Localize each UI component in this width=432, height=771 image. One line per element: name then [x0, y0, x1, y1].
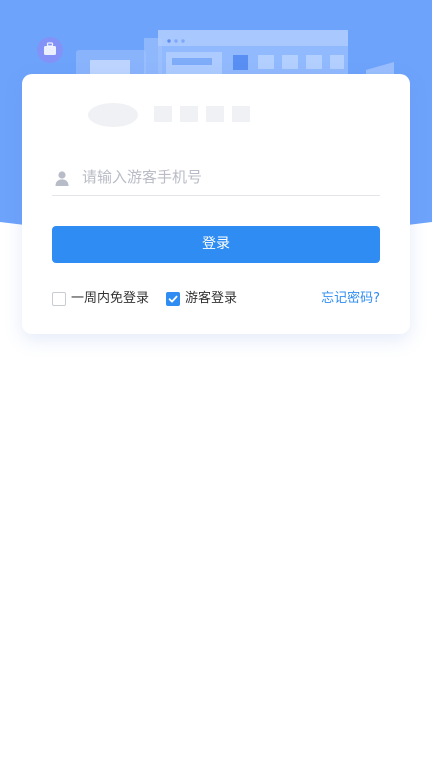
guest-login-checkbox[interactable]: [166, 292, 180, 306]
guest-login-option[interactable]: 游客登录: [166, 290, 237, 308]
remember-week-label: 一周内免登录: [71, 291, 150, 306]
user-icon: [55, 171, 69, 186]
login-card: 登录 一周内免登录 游客登录 忘记密码?: [22, 74, 410, 334]
remember-week-checkbox[interactable]: [52, 292, 66, 306]
login-options: 一周内免登录 游客登录 忘记密码?: [52, 290, 380, 308]
check-icon: [168, 295, 178, 303]
forgot-password-link[interactable]: 忘记密码?: [321, 290, 380, 308]
login-page: 登录 一周内免登录 游客登录 忘记密码?: [0, 0, 432, 771]
brand-logo: [88, 103, 250, 127]
remember-week-option[interactable]: 一周内免登录: [52, 290, 149, 308]
phone-input-row: [52, 162, 380, 196]
guest-login-label: 游客登录: [185, 291, 238, 306]
login-button[interactable]: 登录: [52, 226, 380, 263]
phone-input[interactable]: [82, 162, 372, 192]
